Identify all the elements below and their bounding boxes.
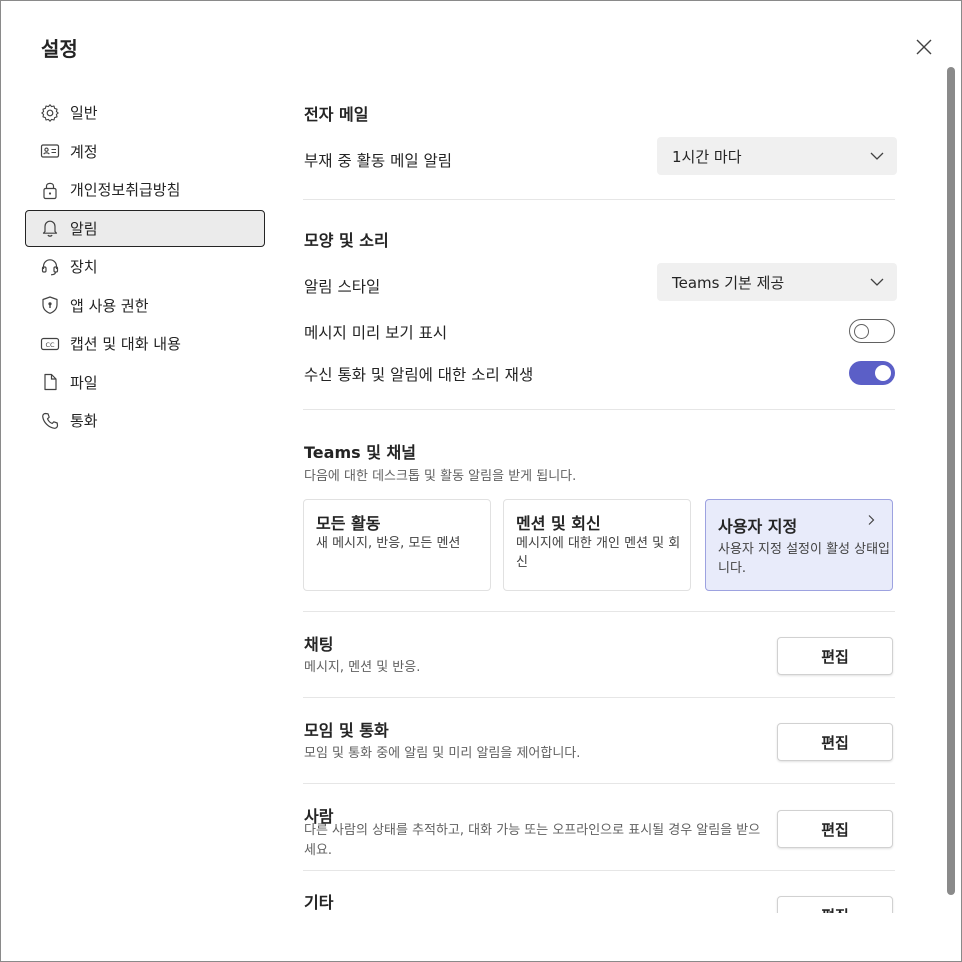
teams-channels-description: 다음에 대한 데스크톱 및 활동 알림을 받게 됩니다. [304, 469, 577, 484]
other-heading: 기타 [304, 893, 334, 912]
sidebar-item-label: 알림 [70, 219, 98, 238]
sidebar-item-label: 앱 사용 권한 [70, 296, 149, 315]
sidebar-item-label: 계정 [70, 142, 98, 161]
bell-icon [40, 218, 60, 238]
sidebar-item-label: 파일 [70, 373, 98, 392]
divider [303, 611, 895, 612]
notifications-content: 전자 메일 부재 중 활동 메일 알림 1시간 마다 모양 및 소리 알림 스타… [303, 91, 897, 913]
meetings-edit-button[interactable]: 편집 [777, 723, 893, 761]
notification-style-label: 알림 스타일 [304, 278, 381, 296]
people-description: 다른 사람의 상태를 추적하고, 대화 가능 또는 오프라인으로 표시될 경우 … [304, 823, 761, 858]
meetings-heading: 모임 및 통화 [304, 721, 389, 740]
divider [303, 409, 895, 410]
close-icon [916, 39, 932, 55]
gear-icon [40, 103, 60, 123]
sidebar-item-files[interactable]: 파일 [25, 364, 265, 401]
sidebar-item-label: 개인정보취급방침 [70, 181, 181, 199]
sidebar-item-notifications[interactable]: 알림 [25, 209, 265, 247]
phone-icon [40, 411, 60, 431]
divider [303, 783, 895, 784]
divider [303, 697, 895, 698]
missed-activity-dropdown[interactable]: 1시간 마다 [657, 137, 897, 175]
settings-dialog: 설정 일반 계정 개인정보취급방침 알림 장치 앱 사용 권한 CC 캡션 및 … [0, 0, 962, 962]
option-card-all-activity[interactable]: 모든 활동 새 메시지, 반응, 모든 멘션 [303, 499, 491, 591]
sound-toggle[interactable] [849, 361, 895, 385]
chat-description: 메시지, 멘션 및 반응. [304, 660, 421, 675]
shield-icon [40, 295, 60, 315]
chat-heading: 채팅 [304, 635, 334, 654]
missed-activity-label: 부재 중 활동 메일 알림 [304, 152, 453, 170]
id-card-icon [40, 141, 60, 161]
dropdown-value: Teams 기본 제공 [672, 273, 785, 292]
divider [303, 870, 895, 871]
sidebar-item-account[interactable]: 계정 [25, 133, 265, 170]
scrollbar[interactable] [947, 67, 955, 895]
card-description: 메시지에 대한 개인 멘션 및 회신 [516, 536, 681, 570]
email-heading: 전자 메일 [304, 105, 369, 124]
sidebar-item-label: 캡션 및 대화 내용 [70, 335, 181, 353]
toggle-knob [875, 365, 891, 381]
settings-sidebar: 일반 계정 개인정보취급방침 알림 장치 앱 사용 권한 CC 캡션 및 대화 … [25, 94, 265, 441]
teams-channels-heading: Teams 및 채널 [304, 443, 416, 462]
sidebar-item-label: 일반 [70, 104, 98, 122]
sidebar-item-captions[interactable]: CC 캡션 및 대화 내용 [25, 325, 265, 362]
sound-label: 수신 통화 및 알림에 대한 소리 재생 [304, 366, 534, 384]
sidebar-item-devices[interactable]: 장치 [25, 248, 265, 285]
dropdown-value: 1시간 마다 [672, 147, 742, 166]
sidebar-item-general[interactable]: 일반 [25, 94, 265, 131]
other-edit-button[interactable]: 편집 [777, 896, 893, 913]
close-button[interactable] [910, 33, 938, 61]
lock-icon [40, 180, 60, 200]
people-edit-button[interactable]: 편집 [777, 810, 893, 848]
toggle-knob [854, 323, 869, 339]
headset-icon [40, 257, 60, 277]
card-title: 멘션 및 회신 [516, 514, 601, 533]
chat-edit-button[interactable]: 편집 [777, 637, 893, 675]
file-icon [40, 372, 60, 392]
dialog-title: 설정 [41, 37, 78, 61]
sidebar-item-app-permissions[interactable]: 앱 사용 권한 [25, 287, 265, 324]
option-card-custom[interactable]: 사용자 지정 사용자 지정 설정이 활성 상태입니다. [705, 499, 893, 591]
sidebar-item-label: 장치 [70, 258, 98, 276]
message-preview-label: 메시지 미리 보기 표시 [304, 324, 448, 342]
message-preview-toggle[interactable] [849, 319, 895, 343]
cc-icon: CC [40, 334, 60, 354]
sidebar-item-calls[interactable]: 통화 [25, 402, 265, 439]
svg-text:CC: CC [45, 340, 55, 348]
card-title: 사용자 지정 [718, 517, 798, 536]
card-description: 사용자 지정 설정이 활성 상태입니다. [718, 542, 891, 576]
notification-style-dropdown[interactable]: Teams 기본 제공 [657, 263, 897, 301]
card-description: 새 메시지, 반응, 모든 멘션 [316, 536, 461, 551]
meetings-description: 모임 및 통화 중에 알림 및 미리 알림을 제어합니다. [304, 746, 581, 761]
option-card-mentions-replies[interactable]: 멘션 및 회신 메시지에 대한 개인 멘션 및 회신 [503, 499, 691, 591]
chevron-down-icon [870, 152, 884, 160]
chevron-right-icon [868, 515, 875, 525]
sidebar-item-label: 통화 [70, 412, 98, 430]
chevron-down-icon [870, 278, 884, 286]
divider [303, 199, 895, 200]
appearance-heading: 모양 및 소리 [304, 231, 389, 250]
sidebar-item-privacy[interactable]: 개인정보취급방침 [25, 171, 265, 208]
card-title: 모든 활동 [316, 514, 381, 533]
